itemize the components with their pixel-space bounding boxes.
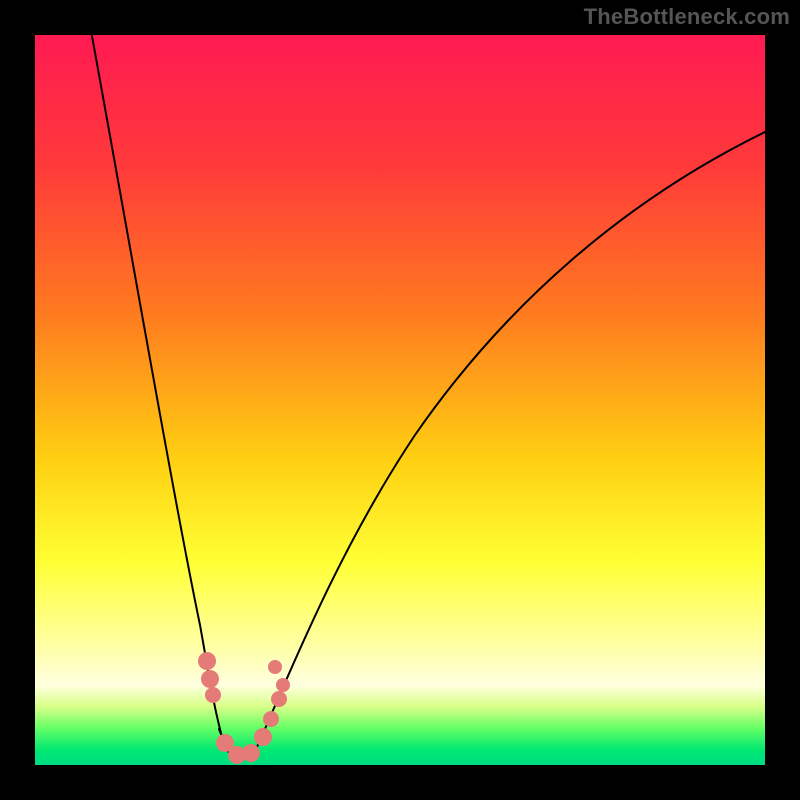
plot-area bbox=[35, 35, 765, 765]
marker-dot bbox=[271, 691, 287, 707]
marker-dot bbox=[242, 744, 260, 762]
marker-dot bbox=[254, 728, 272, 746]
marker-dot bbox=[201, 670, 219, 688]
curve-layer bbox=[35, 35, 765, 765]
marker-dot bbox=[276, 678, 290, 692]
marker-dot bbox=[268, 660, 282, 674]
marker-dot bbox=[263, 711, 279, 727]
curve-right-branch bbox=[257, 131, 767, 747]
marker-dot bbox=[205, 687, 221, 703]
marker-dot bbox=[198, 652, 216, 670]
chart-frame: TheBottleneck.com bbox=[0, 0, 800, 800]
curve-left-branch bbox=[90, 25, 225, 747]
watermark-text: TheBottleneck.com bbox=[584, 4, 790, 30]
